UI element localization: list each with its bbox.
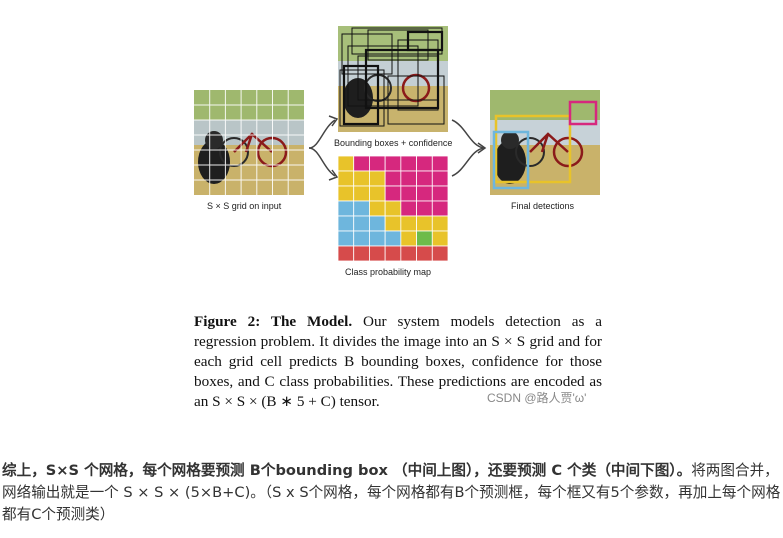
probability-cell <box>353 230 370 247</box>
probability-cell <box>400 170 417 187</box>
probability-cell <box>416 200 433 217</box>
probability-cell <box>431 200 448 217</box>
probability-cell <box>416 230 433 247</box>
probability-cell <box>400 156 417 172</box>
probability-cell <box>431 156 448 172</box>
probability-cell <box>353 245 370 261</box>
csdn-watermark: CSDN @路人贾'ω' <box>487 391 587 405</box>
probability-cell <box>353 215 370 232</box>
probability-cell <box>431 185 448 202</box>
probability-cell <box>338 200 355 217</box>
probability-cell <box>338 170 355 187</box>
summary-bold: 综上，S×S 个网格，每个网格要预测 B个bounding box （中间上图）… <box>2 462 692 479</box>
probability-cell <box>369 230 386 247</box>
bounding-boxes-label: Bounding boxes + confidence <box>334 138 453 148</box>
probability-cell <box>384 230 402 247</box>
probability-cell <box>338 215 355 232</box>
probability-cell <box>431 245 448 261</box>
probability-cell <box>338 185 355 202</box>
input-grid-image <box>194 90 304 195</box>
probability-cell <box>369 185 386 202</box>
probability-cell <box>416 215 433 232</box>
split-arrows-icon <box>308 115 339 181</box>
probability-cell <box>353 200 370 217</box>
yolo-model-figure: S × S grid on input Bounding boxes + con… <box>0 0 783 425</box>
probability-cell <box>353 185 370 202</box>
probability-cell <box>416 245 433 261</box>
probability-cell <box>384 185 402 202</box>
final-detections-image <box>490 90 600 195</box>
probability-cell <box>431 215 448 232</box>
probability-cell <box>384 215 402 232</box>
probability-cell <box>416 156 433 172</box>
probability-cell <box>416 185 433 202</box>
probability-cell <box>400 245 417 261</box>
probability-cell <box>338 230 355 247</box>
summary-paragraph: 综上，S×S 个网格，每个网格要预测 B个bounding box （中间上图）… <box>2 460 782 526</box>
probability-cell <box>431 230 448 247</box>
probability-cell <box>369 156 386 172</box>
probability-cell <box>416 170 433 187</box>
probability-cell <box>384 170 402 187</box>
probability-cell <box>400 215 417 232</box>
probability-cell <box>384 200 402 217</box>
probability-cell <box>400 185 417 202</box>
bounding-boxes-image <box>338 26 448 132</box>
class-probability-label: Class probability map <box>345 267 432 277</box>
probability-cell <box>338 156 355 172</box>
probability-cell <box>369 215 386 232</box>
class-probability-map <box>338 156 448 261</box>
probability-cell <box>384 156 402 172</box>
probability-cell <box>369 170 386 187</box>
probability-cell <box>338 245 355 261</box>
probability-cell <box>431 170 448 187</box>
probability-cell <box>369 245 386 261</box>
probability-cell <box>400 230 417 247</box>
caption-lead: Figure 2: The Model. <box>194 313 353 330</box>
probability-cell <box>353 156 370 172</box>
merge-arrows-icon <box>451 119 487 177</box>
input-grid-label: S × S grid on input <box>207 201 282 211</box>
probability-cell <box>384 245 402 261</box>
probability-cell <box>369 200 386 217</box>
final-detections-label: Final detections <box>511 201 575 211</box>
probability-cell <box>353 170 370 187</box>
probability-cell <box>400 200 417 217</box>
